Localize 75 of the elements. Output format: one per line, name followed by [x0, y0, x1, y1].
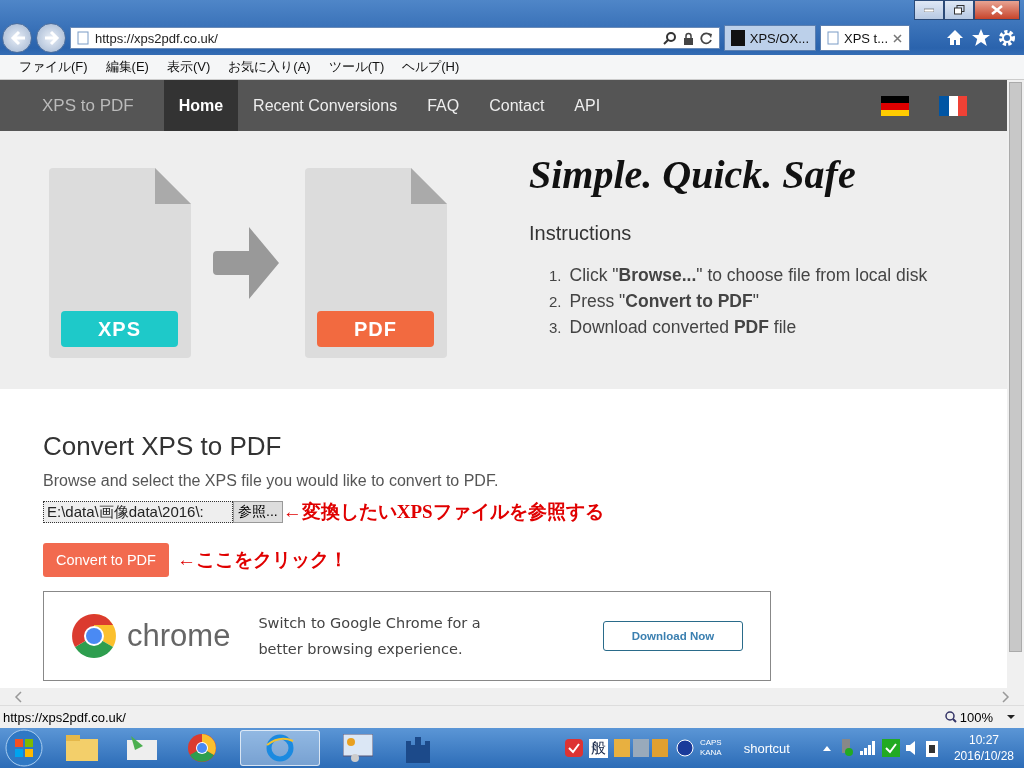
menu-item[interactable]: 表示(V): [159, 56, 218, 78]
forward-button[interactable]: [36, 23, 66, 53]
app-icon[interactable]: [564, 739, 583, 757]
tagline: Simple. Quick. Safe: [529, 151, 857, 198]
restore-button[interactable]: [944, 0, 974, 20]
clock-time[interactable]: 10:27: [968, 732, 999, 748]
description: Browse and select the XPS file you would like to convert to PDF.: [43, 472, 500, 490]
page-icon: [77, 31, 89, 45]
french-flag-icon[interactable]: [939, 95, 967, 116]
section-heading: Convert XPS to PDF: [43, 431, 283, 462]
nav-link[interactable]: Recent Conversions: [238, 80, 413, 131]
show-hidden-icons-icon[interactable]: [821, 744, 832, 752]
caps-indicator: CAPS: [699, 738, 722, 748]
close-button[interactable]: [974, 0, 1020, 20]
power-icon[interactable]: [923, 739, 940, 757]
ad-banner[interactable]: chrome Switch to Google Chrome for a better browsing experience. Download Now: [43, 591, 771, 681]
annotation: ←変換したいXPSファイルを参照する: [282, 500, 604, 524]
file-field[interactable]: E:\data\画像data\2016\:: [43, 501, 233, 523]
star-icon[interactable]: [972, 29, 990, 46]
zoom-level[interactable]: 100%: [959, 709, 993, 725]
lock-icon[interactable]: [683, 31, 694, 45]
restore-icon: [953, 5, 965, 15]
help-icon[interactable]: [675, 739, 694, 757]
step-text: Click "Browse..." to choose file from local disk: [569, 265, 928, 286]
minimize-button[interactable]: [914, 0, 944, 20]
german-flag-icon[interactable]: [881, 95, 909, 116]
menu-item[interactable]: ヘルプ(H): [395, 56, 467, 78]
file-type-label: XPS: [61, 311, 178, 347]
search-icon[interactable]: [663, 31, 677, 45]
menu-item[interactable]: お気に入り(A): [221, 56, 318, 78]
site-icon: [731, 30, 745, 46]
settings-icon[interactable]: [998, 29, 1016, 47]
browser-tab[interactable]: XPS/OX...: [724, 25, 816, 51]
kana-indicator: KANA: [699, 748, 722, 758]
minimize-icon: [924, 8, 934, 12]
step-number: 3.: [549, 319, 562, 336]
nav-link[interactable]: Contact: [474, 80, 560, 131]
ad-text: Switch to Google Chrome for a better browsing experience.: [258, 614, 482, 659]
status-url: https://xps2pdf.co.uk/: [3, 709, 126, 725]
back-button[interactable]: [2, 23, 32, 53]
speaker-icon[interactable]: [905, 741, 918, 755]
step-text: Press "Convert to PDF": [569, 291, 759, 312]
file-type-label: PDF: [317, 311, 434, 347]
step-text: Download converted PDF file: [569, 317, 797, 338]
ime-mode[interactable]: 般: [588, 738, 608, 758]
download-button[interactable]: Download Now: [603, 621, 743, 651]
menu-item[interactable]: 編集(E): [98, 56, 156, 78]
start-button[interactable]: [4, 728, 44, 768]
page-icon: [827, 31, 839, 45]
close-tab-icon[interactable]: [893, 33, 903, 43]
step-number: 1.: [549, 267, 562, 284]
refresh-icon[interactable]: [700, 31, 713, 45]
site-logo[interactable]: XPS to PDF: [27, 95, 149, 116]
menu-item[interactable]: ツール(T): [321, 56, 392, 78]
signal-icon[interactable]: [859, 741, 876, 755]
chrome-logo-icon: [71, 613, 117, 659]
sync-icon[interactable]: [881, 739, 900, 757]
step-number: 2.: [549, 293, 562, 310]
toolbar-label[interactable]: shortcut: [743, 740, 790, 756]
clock-date[interactable]: 2016/10/28: [953, 748, 1014, 764]
browser-tab[interactable]: XPS t...: [820, 25, 910, 51]
scrollbar[interactable]: [1007, 80, 1024, 688]
home-icon[interactable]: [946, 29, 964, 46]
instructions-heading: Instructions: [529, 222, 633, 245]
nav-link[interactable]: API: [559, 80, 616, 131]
annotation: ←ここをクリック！: [176, 548, 348, 572]
zoom-icon[interactable]: [944, 711, 957, 723]
address-bar[interactable]: https://xps2pdf.co.uk/: [70, 27, 720, 49]
brand-name: chrome: [127, 618, 231, 654]
browse-button[interactable]: 参照...: [233, 501, 283, 523]
menu-item[interactable]: ファイル(F): [12, 56, 95, 78]
browser-icon[interactable]: [240, 730, 320, 766]
nav-link[interactable]: FAQ: [412, 80, 475, 131]
close-icon: [991, 5, 1003, 15]
nav-link[interactable]: Home: [163, 80, 239, 131]
